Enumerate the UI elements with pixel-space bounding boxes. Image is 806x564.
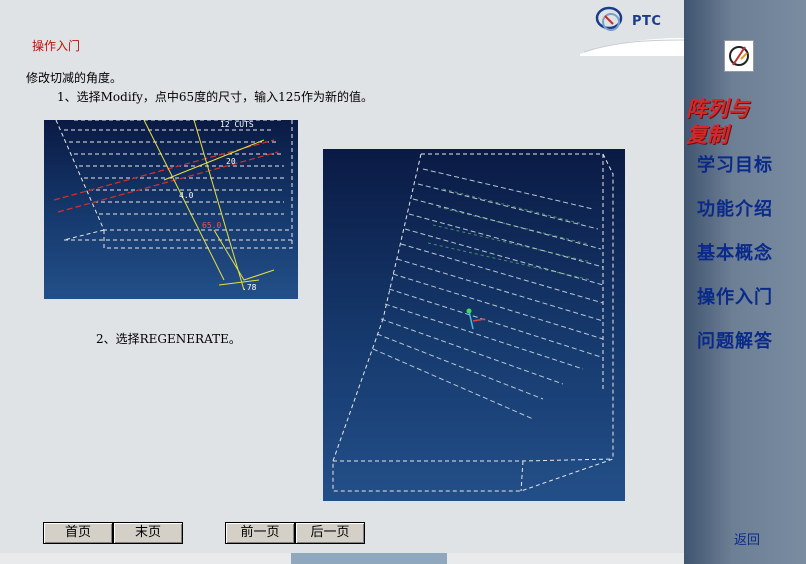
menu-item-getting-started[interactable]: 操作入门 <box>697 283 773 309</box>
menu-item-features[interactable]: 功能介绍 <box>697 195 773 221</box>
topic-title: 阵列与 复制 <box>686 96 749 148</box>
dim-angle: 65.0 <box>202 221 221 230</box>
cad-figure-after <box>323 149 625 501</box>
sidebar-logo-icon <box>724 40 754 72</box>
sidebar: 阵列与 复制 学习目标 功能介绍 基本概念 操作入门 问题解答 返回 <box>684 0 806 564</box>
dim-4: 4.0 <box>179 191 194 200</box>
first-page-button[interactable]: 首页 <box>43 522 113 544</box>
horizontal-scrollbar[interactable] <box>0 553 684 564</box>
intro-text: 修改切减的角度。 <box>26 71 123 85</box>
content-area: PTC 操作入门 修改切减的角度。 1、选择Modify，点中65度的尺寸，输入… <box>0 0 684 564</box>
previous-page-button[interactable]: 前一页 <box>225 522 295 544</box>
dim-cuts: 12 CUTS <box>220 120 254 129</box>
scrollbar-thumb[interactable] <box>291 553 447 564</box>
menu-item-faq[interactable]: 问题解答 <box>697 327 773 353</box>
menu-item-concepts[interactable]: 基本概念 <box>697 239 773 265</box>
section-title: 操作入门 <box>32 39 81 53</box>
last-page-button[interactable]: 末页 <box>113 522 183 544</box>
cad-figure-before: 12 CUTS 20 65.0 4.0 .78 <box>44 120 298 299</box>
back-link[interactable]: 返回 <box>734 529 760 548</box>
topic-title-line-2: 复制 <box>686 122 728 147</box>
step-2-text: 2、选择REGENERATE。 <box>96 332 241 346</box>
next-page-button[interactable]: 后一页 <box>295 522 365 544</box>
ptc-logo-text: PTC <box>632 14 662 29</box>
dim-78: .78 <box>242 283 257 292</box>
dim-20: 20 <box>226 157 236 166</box>
menu-item-learning-goals[interactable]: 学习目标 <box>697 151 773 177</box>
step-1-text: 1、选择Modify，点中65度的尺寸，输入125作为新的值。 <box>57 90 374 104</box>
topic-title-line-1: 阵列与 <box>686 96 749 121</box>
